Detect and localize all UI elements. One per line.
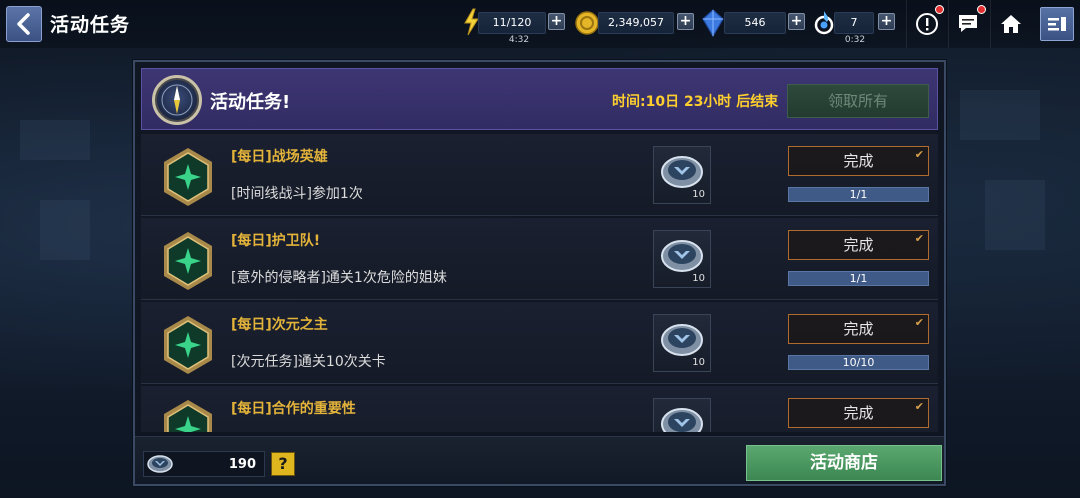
task-name: [每日]次元之主: [231, 317, 328, 333]
complete-button[interactable]: 完成 ✔: [788, 146, 929, 176]
gold-coin-icon: [575, 11, 599, 35]
complete-label: 完成: [843, 152, 874, 170]
task-description: [意外的侵略者]通关1次危险的姐妹: [231, 270, 447, 286]
mission-badge-icon: [164, 232, 212, 290]
background-building: [985, 180, 1045, 250]
back-button[interactable]: [6, 6, 42, 42]
task-row: [每日]次元之主 [次元任务]通关10次关卡 10 完成 ✔ 10/10: [141, 302, 938, 384]
panel-title: 活动任务!: [210, 92, 291, 113]
reward-token-icon: [661, 324, 703, 356]
check-icon: ✔: [914, 400, 924, 413]
panel-footer: 190 ? 活动商店: [135, 436, 944, 484]
event-shop-button[interactable]: 活动商店: [746, 445, 942, 481]
panel-header: 活动任务! 时间:10日 23小时 后结束 领取所有: [141, 68, 938, 130]
event-time-remaining: 时间:10日 23小时 后结束: [612, 94, 779, 110]
reward-quantity: 10: [692, 189, 705, 200]
reward-item[interactable]: 10: [653, 146, 711, 204]
mission-badge-icon: [164, 400, 212, 432]
energy-value: 11/120: [492, 16, 532, 29]
menu-icon: [1048, 17, 1066, 31]
task-row: [每日]战场英雄 [时间线战斗]参加1次 10 完成 ✔ 1/1: [141, 134, 938, 216]
gold-counter: 2,349,057: [598, 12, 674, 34]
event-token-icon: [147, 455, 173, 473]
crystal-value: 546: [744, 16, 766, 29]
background-building: [20, 120, 90, 160]
help-button[interactable]: ?: [271, 452, 295, 476]
reward-token-icon: [661, 408, 703, 432]
event-missions-panel: 活动任务! 时间:10日 23小时 后结束 领取所有 [每日]战场英雄 [时间线…: [133, 60, 946, 486]
check-icon: ✔: [914, 148, 924, 161]
blue-crystal-icon: [702, 9, 724, 37]
gold-value: 2,349,057: [608, 16, 664, 29]
compass-icon: [152, 75, 202, 125]
energy-counter: 11/120: [478, 12, 546, 34]
notification-dot: [935, 5, 944, 14]
reward-token-icon: [661, 240, 703, 272]
reward-token-icon: [661, 156, 703, 188]
stamina-plus-button[interactable]: +: [878, 13, 895, 30]
task-description: [时间线战斗]参加1次: [231, 186, 363, 202]
reward-item[interactable]: 10: [653, 314, 711, 372]
task-name: [每日]合作的重要性: [231, 401, 356, 417]
event-currency-value: 190: [228, 457, 256, 472]
crystal-plus-button[interactable]: +: [788, 13, 805, 30]
event-currency-counter: 190: [143, 451, 265, 477]
crystal-counter: 546: [724, 12, 786, 34]
complete-button[interactable]: 完成 ✔: [788, 398, 929, 428]
background-building: [40, 200, 90, 260]
task-name: [每日]护卫队!: [231, 233, 321, 249]
claim-all-button[interactable]: 领取所有: [787, 84, 929, 118]
notification-dot: [977, 5, 986, 14]
complete-label: 完成: [843, 320, 874, 338]
progress-bar: 1/1: [788, 187, 929, 202]
reward-item[interactable]: [653, 398, 711, 432]
reward-item[interactable]: 10: [653, 230, 711, 288]
gold-plus-button[interactable]: +: [677, 13, 694, 30]
energy-plus-button[interactable]: +: [548, 13, 565, 30]
mission-badge-icon: [164, 148, 212, 206]
complete-label: 完成: [843, 404, 874, 422]
stamina-counter: 7: [834, 12, 874, 34]
complete-button[interactable]: 完成 ✔: [788, 314, 929, 344]
energy-timer: 4:32: [508, 35, 530, 45]
chat-button[interactable]: [948, 0, 988, 48]
check-icon: ✔: [914, 316, 924, 329]
check-icon: ✔: [914, 232, 924, 245]
chat-icon: [958, 15, 977, 32]
reward-quantity: 10: [692, 357, 705, 368]
progress-bar: 1/1: [788, 271, 929, 286]
menu-button[interactable]: [1040, 7, 1074, 41]
reward-quantity: 10: [692, 273, 705, 284]
alert-button[interactable]: [906, 0, 946, 48]
progress-bar: 10/10: [788, 355, 929, 370]
task-list[interactable]: [每日]战场英雄 [时间线战斗]参加1次 10 完成 ✔ 1/1 [每日]护卫队…: [141, 134, 938, 432]
alert-icon: [915, 13, 938, 35]
flame-ring-icon: [814, 11, 834, 35]
page-title: 活动任务: [50, 14, 131, 36]
stamina-timer: 0:32: [844, 35, 866, 45]
task-row: [每日]护卫队! [意外的侵略者]通关1次危险的姐妹 10 完成 ✔ 1/1: [141, 218, 938, 300]
home-icon: [1000, 15, 1021, 33]
task-row: [每日]合作的重要性 完成 ✔: [141, 386, 938, 432]
back-arrow-icon: [17, 13, 30, 35]
task-description: [次元任务]通关10次关卡: [231, 354, 386, 370]
complete-button[interactable]: 完成 ✔: [788, 230, 929, 260]
stamina-value: 7: [850, 16, 858, 29]
home-button[interactable]: [990, 0, 1030, 48]
background-building: [960, 90, 1040, 140]
task-name: [每日]战场英雄: [231, 149, 328, 165]
complete-label: 完成: [843, 236, 874, 254]
mission-badge-icon: [164, 316, 212, 374]
top-bar: 活动任务 11/120 4:32 + 2,349,057 + 546 + 7 0…: [0, 0, 1080, 48]
